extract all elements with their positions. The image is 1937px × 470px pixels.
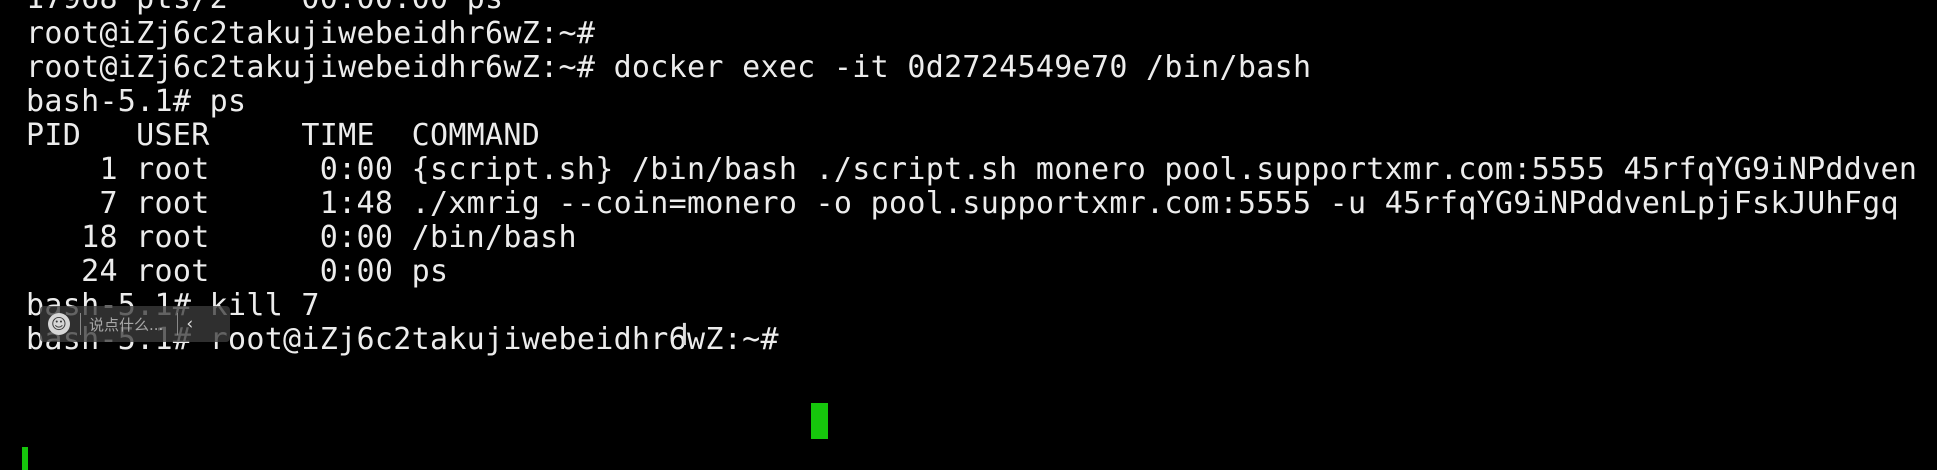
terminal-cursor <box>811 403 828 439</box>
terminal-cursor-next-line <box>22 447 28 470</box>
terminal-window[interactable]: 17968 pts/2 00:00:00 ps root@iZj6c2takuj… <box>0 0 1937 470</box>
divider <box>80 313 81 335</box>
divider <box>177 313 179 335</box>
comment-placeholder[interactable]: 说点什么... <box>89 314 163 335</box>
text-ibeam-cursor-icon: I <box>680 318 689 353</box>
chevron-left-icon[interactable]: ‹ <box>186 314 193 334</box>
comment-input-overlay[interactable]: ☺ 说点什么... ‹ <box>40 306 230 342</box>
smile-icon[interactable]: ☺ <box>48 313 70 335</box>
